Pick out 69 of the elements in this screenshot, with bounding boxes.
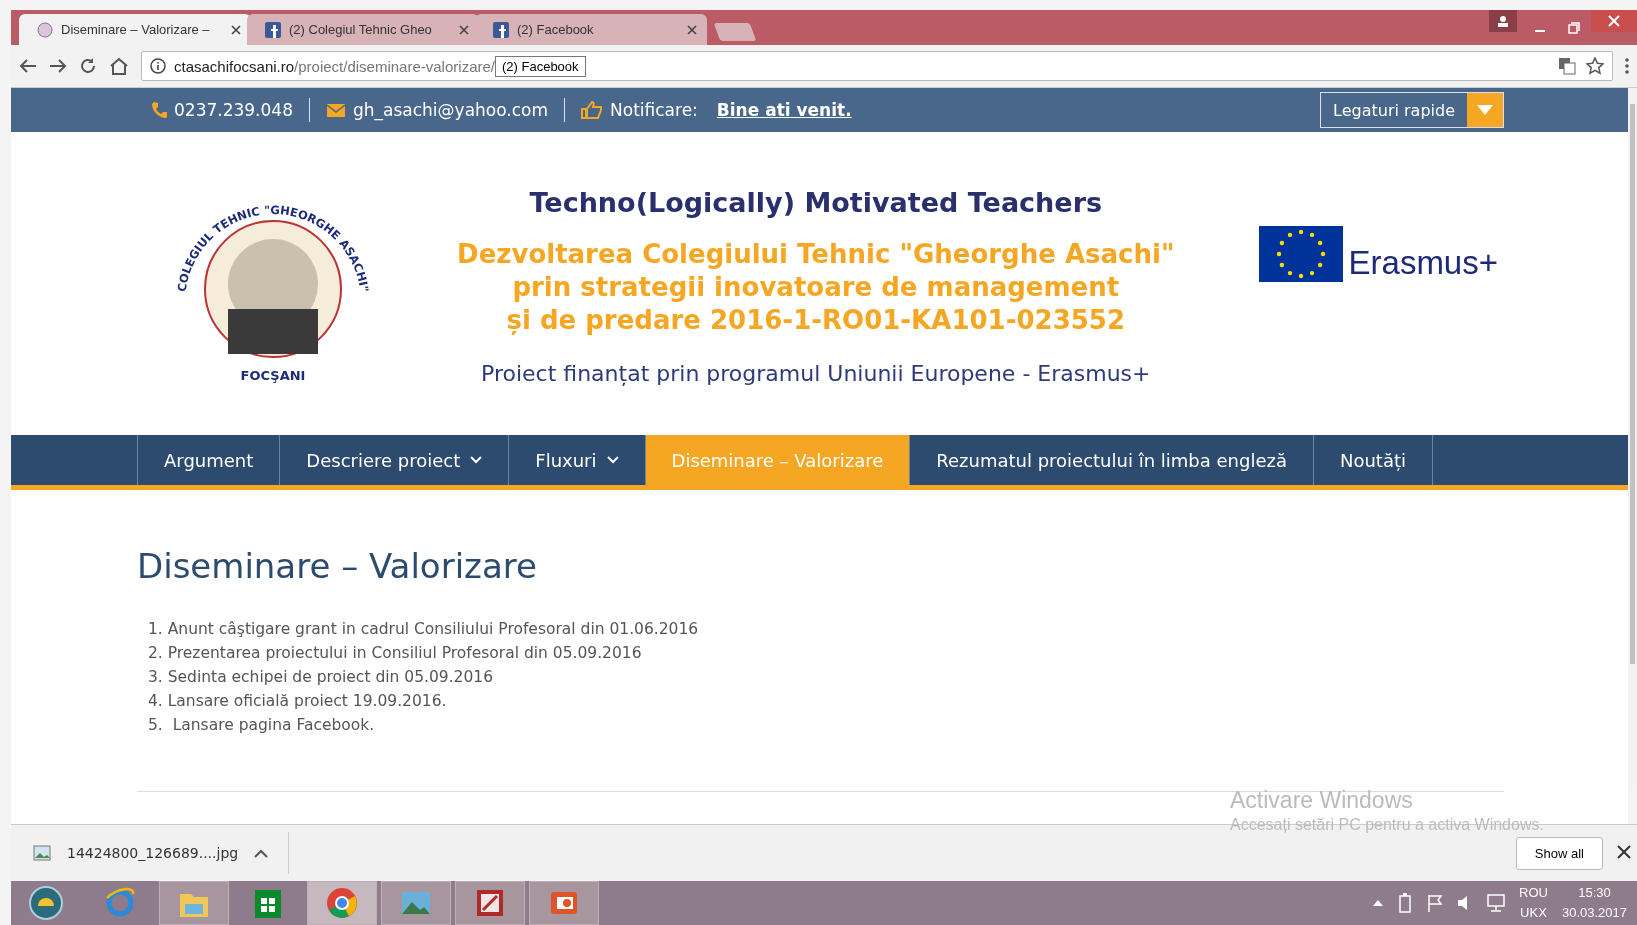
translate-icon[interactable]: [1558, 57, 1576, 75]
nav-item[interactable]: Rezumatul proiectului în limba engleză: [909, 435, 1313, 485]
network-icon[interactable]: [1487, 894, 1506, 912]
flag-icon[interactable]: [1427, 894, 1444, 912]
close-icon[interactable]: [1617, 844, 1631, 859]
phone-number: 0237.239.048: [174, 100, 293, 120]
list-item: 3. Sedinta echipei de proiect din 05.09.2016: [148, 668, 495, 686]
dropdown-toggle[interactable]: [1467, 93, 1503, 127]
language-indicator[interactable]: ROU: [1519, 883, 1548, 903]
caret-icon: [1477, 105, 1493, 115]
show-all-button[interactable]: Show all: [1515, 836, 1603, 870]
activation-title: Activare Windows: [1230, 787, 1414, 814]
project-title-line: Dezvoltarea Colegiului Tehnic "Gheorghe Asachi": [457, 238, 1175, 271]
nav-item[interactable]: Noutăți: [1312, 435, 1433, 485]
nav-item[interactable]: Fluxuri: [508, 435, 645, 485]
taskbar-button[interactable]: [455, 881, 525, 925]
close-icon[interactable]: [687, 24, 697, 35]
new-tab-button[interactable]: [713, 23, 757, 41]
start-orb-icon: [29, 886, 63, 920]
taskbar-button[interactable]: [529, 881, 599, 925]
tooltip: (2) Facebook: [495, 55, 586, 77]
browser-tab[interactable]: (2) Facebook: [475, 14, 707, 45]
reload-icon[interactable]: [79, 57, 97, 75]
envelope-icon: [325, 102, 346, 118]
funding-text: Proiect finanțat prin programul Uniunii Europene - Erasmus+: [481, 361, 1151, 386]
phone-icon: [151, 101, 167, 119]
forward-icon[interactable]: [49, 58, 67, 74]
portrait-icon: [37, 21, 53, 38]
erasmus-logo-text: Erasmus+: [1348, 243, 1498, 282]
site-title: Techno(Logically) Motivated Teachers: [529, 187, 1103, 218]
chrome-icon: [325, 886, 359, 920]
info-icon: [150, 58, 166, 74]
close-icon[interactable]: [231, 24, 241, 35]
address-field[interactable]: ctasachifocsani.ro/proiect/diseminare-valorizare/ (2) Facebook: [141, 51, 1613, 81]
battery-icon[interactable]: [1397, 893, 1414, 913]
taskbar-button[interactable]: [307, 881, 377, 925]
nav-item[interactable]: Argument: [137, 435, 280, 485]
close-icon[interactable]: [459, 24, 469, 35]
taskbar-button[interactable]: [381, 881, 451, 925]
clock-date[interactable]: 30.03.2017: [1561, 903, 1627, 923]
download-filename[interactable]: 14424800_126689....jpg: [67, 845, 239, 861]
star-icon[interactable]: [1586, 57, 1604, 75]
browser-tab[interactable]: (2) Colegiul Tehnic Gheo: [247, 14, 479, 45]
home-icon[interactable]: [109, 57, 129, 75]
notice-link[interactable]: Bine ati venit.: [716, 100, 852, 120]
nav-item[interactable]: Descriere proiect: [279, 435, 509, 485]
browser-tab[interactable]: Diseminare – Valorizare –: [19, 14, 251, 45]
social-icon: [493, 21, 509, 38]
menu-icon[interactable]: [1625, 58, 1629, 74]
list-item: 2. Prezentarea proiectului in Consiliul Profesoral din 05.09.2016: [148, 644, 643, 662]
notice-label: Notificare:: [610, 100, 698, 120]
project-title-line: și de predare 2016-1-RO01-KA101-023552: [506, 304, 1125, 337]
list-item: 5. Lansare pagina Facebook.: [148, 716, 376, 734]
up-arrow-icon[interactable]: [1373, 900, 1384, 906]
user-icon[interactable]: [1489, 10, 1517, 32]
image-file-icon: [33, 845, 51, 861]
project-title-line: prin strategii inovatoare de management: [512, 271, 1120, 304]
list-item: 1. Anunt câştigare grant in cadrul Consiliului Profesoral din 01.06.2016: [148, 620, 700, 638]
thumb-icon: [581, 101, 604, 119]
caret-icon[interactable]: [254, 848, 269, 858]
email-address: gh_asachi@yahoo.com: [352, 100, 549, 120]
clock-time[interactable]: 15:30: [1578, 883, 1611, 903]
language-indicator[interactable]: UKX: [1520, 903, 1547, 923]
page-heading: Diseminare – Valorizare: [137, 546, 538, 586]
list-item: 4. Lansare oficială proiect 19.09.2016.: [148, 692, 448, 710]
back-icon[interactable]: [19, 58, 37, 74]
social-icon: [265, 21, 281, 38]
activation-text: Accesați setări PC pentru a activa Windows.: [1230, 816, 1544, 834]
eu-flag-icon: [1258, 225, 1343, 282]
